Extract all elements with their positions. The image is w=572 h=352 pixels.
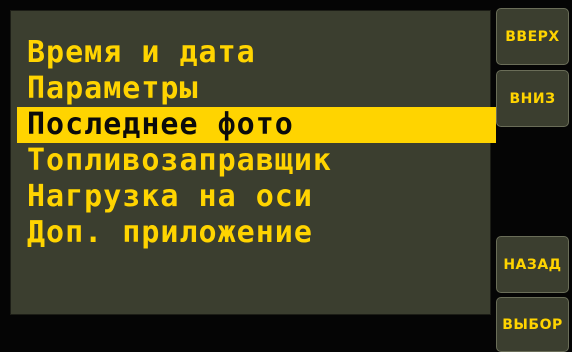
menu-item-axle-load[interactable]: Нагрузка на оси	[17, 179, 492, 215]
menu-item-time-date[interactable]: Время и дата	[17, 35, 492, 71]
up-button[interactable]: ВВЕРХ	[496, 8, 569, 65]
menu-item-extra-app[interactable]: Доп. приложение	[17, 215, 492, 251]
menu-list: Время и дата Параметры Последнее фото То…	[17, 35, 496, 251]
select-button[interactable]: ВЫБОР	[496, 297, 569, 352]
back-button[interactable]: НАЗАД	[496, 236, 569, 293]
down-button[interactable]: ВНИЗ	[496, 70, 569, 127]
display-panel: Время и дата Параметры Последнее фото То…	[10, 10, 496, 315]
menu-item-last-photo[interactable]: Последнее фото	[17, 107, 496, 143]
menu-item-fuel-truck[interactable]: Топливозаправщик	[17, 143, 492, 179]
menu-item-parameters[interactable]: Параметры	[17, 71, 492, 107]
